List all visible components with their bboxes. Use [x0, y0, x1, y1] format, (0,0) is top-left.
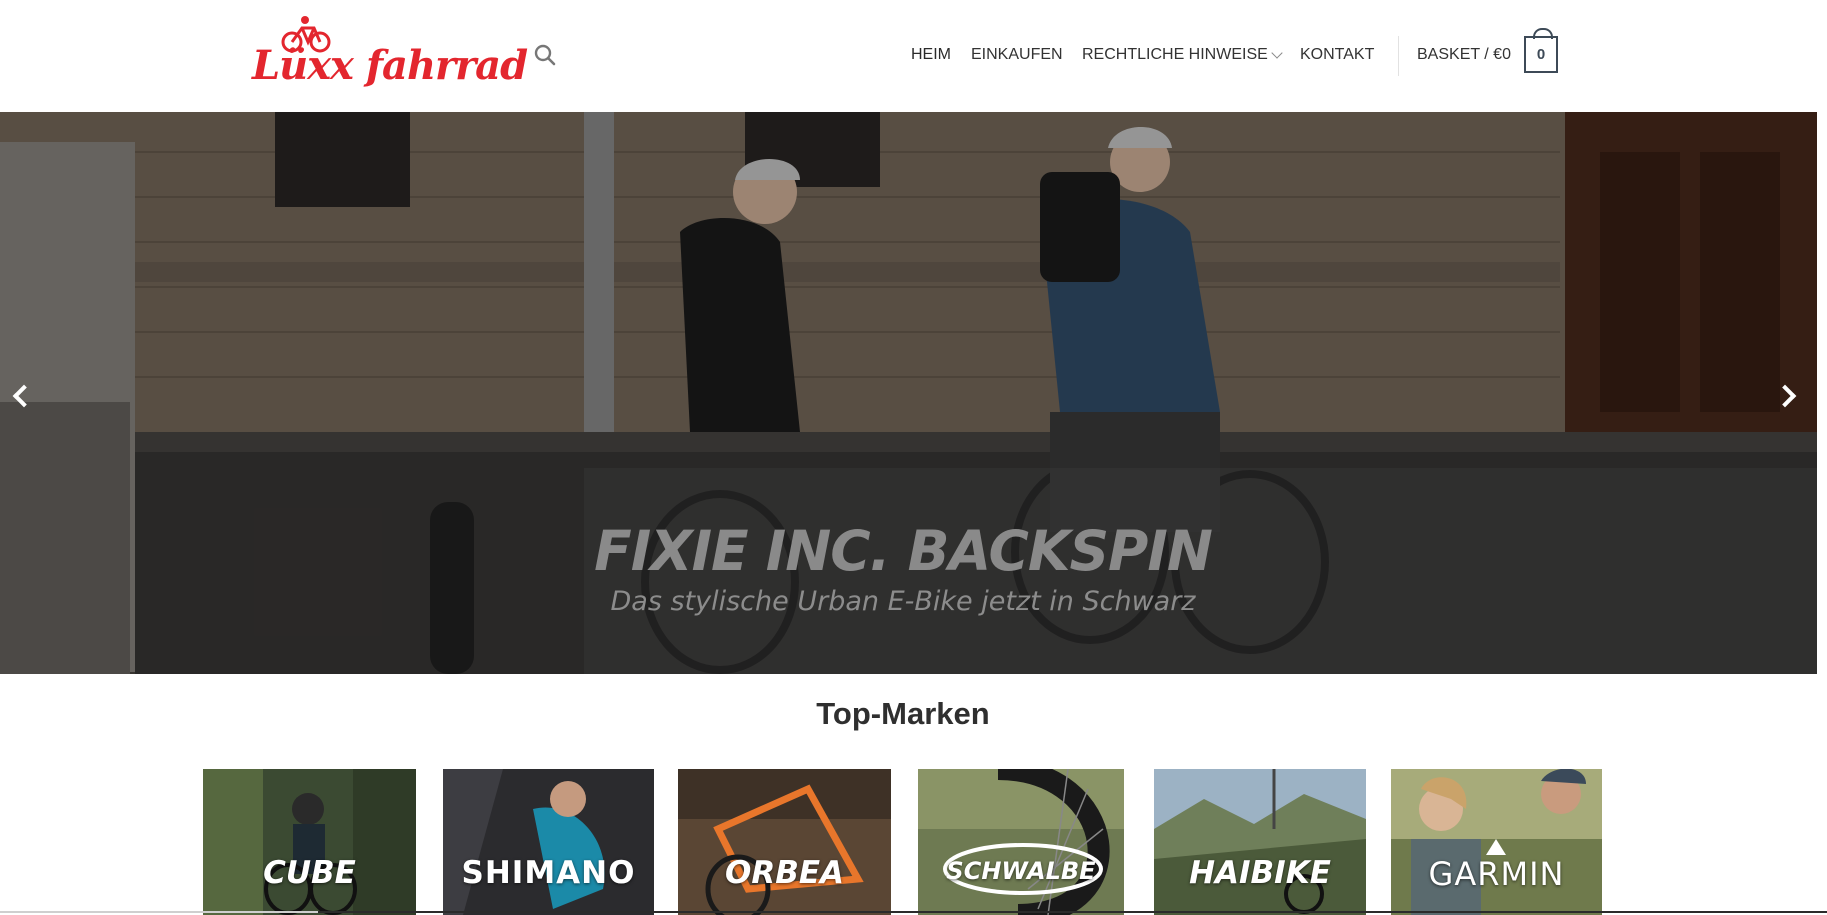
brand-image-cube — [203, 769, 416, 915]
brand-list: CUBE SHIMANO ORBEA SCHWALBE HAIBIKE GARM… — [0, 769, 1827, 915]
nav-item-contact[interactable]: KONTAKT — [1300, 46, 1374, 64]
hero-slider: FIXIE INC. BACKSPIN Das stylische Urban … — [0, 112, 1817, 674]
brand-label: GARMIN — [1428, 855, 1565, 893]
brand-card-garmin[interactable]: GARMIN — [1391, 769, 1602, 915]
brand-label: ORBEA — [724, 855, 845, 891]
nav-item-shop[interactable]: EINKAUFEN — [971, 46, 1063, 64]
hero-title: FIXIE INC. BACKSPIN — [594, 519, 1213, 583]
brands-title: Top-Marken — [816, 696, 990, 731]
brand-card-schwalbe[interactable]: SCHWALBE — [918, 769, 1124, 915]
slider-prev-icon[interactable] — [4, 374, 38, 420]
site-header: Lüxx fahrrad HEIM EINKAUFEN RECHTLICHE H… — [0, 0, 1827, 112]
slider-next-icon[interactable] — [1771, 374, 1805, 420]
brand-card-cube[interactable]: CUBE — [203, 769, 416, 915]
brand-label: SHIMANO — [461, 855, 636, 891]
brand-image-shimano — [443, 769, 654, 915]
brand-label: CUBE — [263, 855, 356, 891]
bottom-divider-light — [0, 911, 318, 913]
hero-subtitle: Das stylische Urban E-Bike jetzt in Schw… — [610, 586, 1196, 617]
brand-label: HAIBIKE — [1189, 855, 1331, 891]
site-logo[interactable]: Lüxx fahrrad — [248, 14, 528, 98]
brand-card-haibike[interactable]: HAIBIKE — [1154, 769, 1366, 915]
search-icon[interactable] — [532, 42, 558, 68]
brand-image-orbea — [678, 769, 891, 915]
basket-link[interactable]: BASKET / €0 — [1417, 46, 1511, 64]
nav-item-legal-label: RECHTLICHE HINWEISE — [1082, 46, 1268, 63]
chevron-down-icon — [1271, 47, 1283, 59]
nav-item-legal[interactable]: RECHTLICHE HINWEISE — [1082, 46, 1283, 64]
brand-image-schwalbe — [918, 769, 1124, 915]
nav-item-home[interactable]: HEIM — [911, 46, 951, 64]
brand-image-garmin — [1391, 769, 1602, 915]
logo-text: Lüxx fahrrad — [252, 42, 528, 89]
brand-card-shimano[interactable]: SHIMANO — [443, 769, 654, 915]
brand-label: SCHWALBE — [946, 857, 1096, 885]
nav-divider — [1398, 36, 1399, 76]
basket-count-icon[interactable]: 0 — [1524, 28, 1558, 73]
brand-card-orbea[interactable]: ORBEA — [678, 769, 891, 915]
brand-image-haibike — [1154, 769, 1366, 915]
